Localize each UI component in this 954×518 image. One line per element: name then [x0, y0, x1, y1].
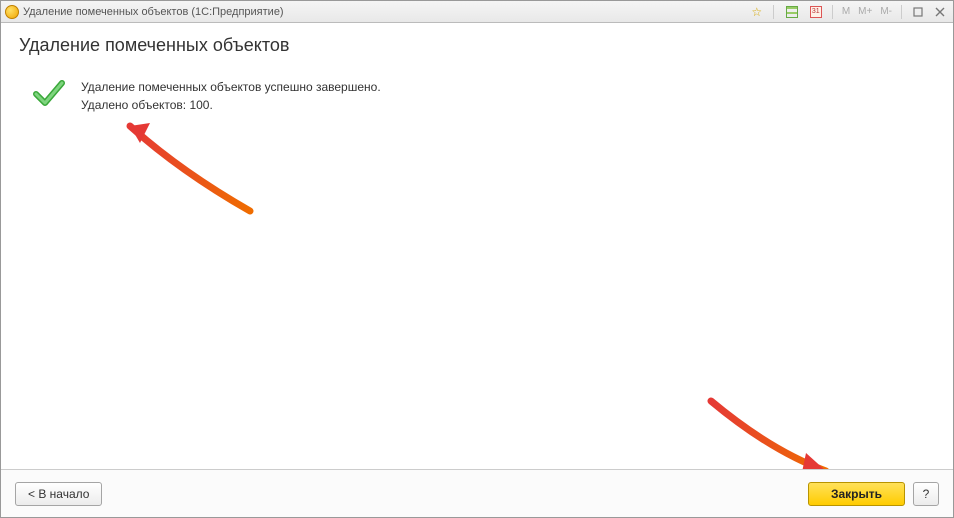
status-line-1: Удаление помеченных объектов успешно зав… [81, 78, 381, 96]
mem-mplus-button[interactable]: M+ [856, 6, 874, 17]
status-row: Удаление помеченных объектов успешно зав… [19, 78, 935, 114]
app-icon [5, 5, 19, 19]
close-button[interactable]: Закрыть [808, 482, 905, 506]
back-button[interactable]: < В начало [15, 482, 102, 506]
help-button[interactable]: ? [913, 482, 939, 506]
calculator-icon[interactable] [783, 4, 801, 20]
content-area: Удаление помеченных объектов Удаление по… [1, 23, 953, 469]
titlebar: Удаление помеченных объектов (1С:Предпри… [1, 1, 953, 23]
calendar-icon[interactable] [807, 4, 825, 20]
checkmark-icon [33, 78, 65, 113]
status-line-2: Удалено объектов: 100. [81, 96, 381, 114]
page-title: Удаление помеченных объектов [19, 35, 935, 56]
separator [901, 5, 902, 19]
favorite-icon[interactable]: ☆ [748, 4, 766, 20]
separator [832, 5, 833, 19]
window-title: Удаление помеченных объектов (1С:Предпри… [23, 6, 742, 18]
mem-m-button[interactable]: M [840, 6, 852, 17]
status-text: Удаление помеченных объектов успешно зав… [81, 78, 381, 114]
maximize-icon[interactable] [909, 5, 927, 19]
footer: < В начало Закрыть ? [1, 469, 953, 517]
separator [773, 5, 774, 19]
mem-mminus-button[interactable]: M- [878, 6, 894, 17]
close-icon[interactable] [931, 5, 949, 19]
